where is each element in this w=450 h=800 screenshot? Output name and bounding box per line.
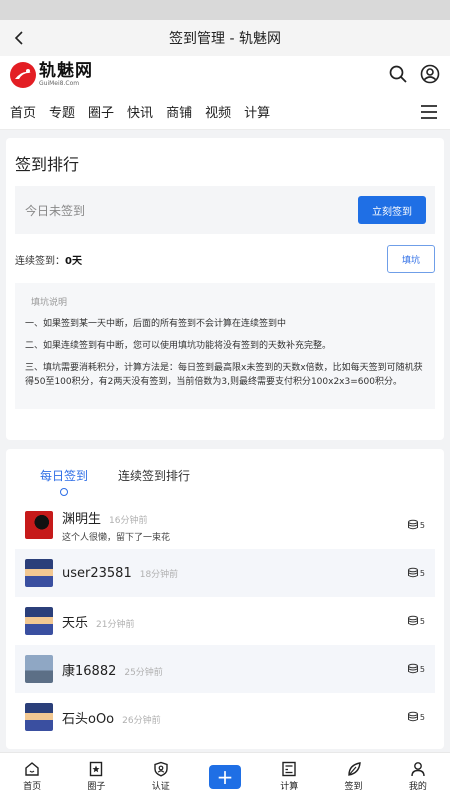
signin-ranking-card: 签到排行 今日未签到 立刻签到 连续签到：0天 填坑 填坑说明 一、如果签到某一…: [6, 138, 444, 440]
star-bookmark-icon: [90, 761, 103, 777]
title-bar: 签到管理 - 轨魅网: [0, 20, 450, 56]
site-header: 轨魅网 GuiMei8.Com: [0, 56, 450, 94]
list-item[interactable]: 天乐 21分钟前 5: [15, 597, 435, 645]
avatar: [25, 559, 53, 587]
avatar: [25, 607, 53, 635]
signin-time: 18分钟前: [139, 569, 179, 580]
today-status-box: 今日未签到 立刻签到: [15, 186, 435, 234]
logo-mark-icon: [10, 62, 36, 88]
points-earned: 5: [407, 519, 425, 531]
tab-streak-ranking[interactable]: 连续签到排行: [118, 467, 190, 484]
today-status-text: 今日未签到: [25, 203, 86, 218]
nav-item-circle[interactable]: 圈子: [88, 102, 114, 121]
nav-item-topics[interactable]: 专题: [49, 102, 75, 121]
leaf-icon: [347, 762, 361, 776]
user-name: 天乐: [62, 615, 89, 631]
bottom-nav-add[interactable]: +: [200, 764, 250, 789]
signin-time: 21分钟前: [96, 619, 135, 630]
points-value: 5: [419, 568, 425, 578]
list-item[interactable]: 渊明生 16分钟前 这个人很懒，留下了一束花 5: [15, 501, 435, 549]
nav-item-calc[interactable]: 计算: [244, 102, 270, 121]
signin-time: 26分钟前: [122, 715, 161, 726]
bottom-nav-me[interactable]: 我的: [393, 761, 443, 792]
bottom-nav-label: 计算: [280, 782, 299, 792]
points-value: 5: [419, 520, 425, 530]
fill-gap-button[interactable]: 填坑: [387, 245, 435, 273]
coin-icon: [407, 615, 418, 626]
user-signature: 这个人很懒，留下了一束花: [62, 532, 171, 543]
bottom-nav-label: 首页: [23, 782, 42, 792]
list-item[interactable]: 康16882 25分钟前 5: [15, 645, 435, 693]
coin-icon: [407, 711, 418, 722]
bottom-nav-label: 认证: [151, 782, 170, 792]
person-icon: [411, 762, 425, 777]
explain-item: 二、如果连续签到有中断，您可以使用填坑功能将没有签到的天数补充完整。: [25, 341, 332, 351]
user-name: user23581: [62, 565, 132, 581]
user-profile-icon[interactable]: [420, 64, 440, 84]
bottom-nav-circle[interactable]: 圈子: [71, 761, 121, 792]
list-item[interactable]: user23581 18分钟前 5: [15, 549, 435, 597]
explain-item: 三、填坑需要消耗积分，计算方法是：每日签到最高限x未签到的天数x倍数，比如每天签…: [25, 363, 423, 387]
site-logo[interactable]: 轨魅网 GuiMei8.Com: [10, 62, 93, 88]
points-earned: 5: [407, 615, 425, 627]
signin-list-card: 每日签到 连续签到排行 渊明生 16分钟前 这个人很懒，留下了一束花 5 use…: [6, 449, 444, 749]
bottom-nav-label: 我的: [408, 782, 427, 792]
streak-info: 连续签到：0天: [15, 252, 82, 267]
coin-icon: [407, 663, 418, 674]
tab-bar: 每日签到 连续签到排行: [15, 449, 435, 501]
home-icon: [25, 762, 39, 776]
coin-icon: [407, 519, 418, 530]
logo-text: 轨魅网: [39, 61, 93, 81]
list-item[interactable]: 石头oOo 26分钟前 5: [15, 693, 435, 741]
bottom-nav-verify[interactable]: 认证: [136, 761, 186, 792]
fill-explanation: 填坑说明 一、如果签到某一天中断，后面的所有签到不会计算在连续签到中 二、如果连…: [15, 283, 435, 409]
bottom-nav-signin[interactable]: 签到: [329, 761, 379, 792]
points-value: 5: [419, 616, 425, 626]
nav-item-news[interactable]: 快讯: [127, 102, 153, 121]
main-nav: 首页 专题 圈子 快讯 商铺 视频 计算: [0, 94, 450, 130]
bottom-nav-label: 圈子: [87, 782, 106, 792]
calculator-icon: [282, 761, 296, 777]
avatar: [25, 511, 53, 539]
bottom-nav: 首页 圈子 认证 + 计算 签到 我的: [0, 752, 450, 800]
signin-now-button[interactable]: 立刻签到: [358, 196, 426, 224]
bottom-nav-home[interactable]: 首页: [7, 761, 57, 792]
avatar: [25, 655, 53, 683]
shield-icon: [154, 761, 168, 777]
status-bar: [0, 0, 450, 20]
user-name: 渊明生: [62, 511, 102, 527]
streak-label: 连续签到：: [15, 255, 65, 267]
points-earned: 5: [407, 711, 425, 723]
explain-item: 一、如果签到某一天中断，后面的所有签到不会计算在连续签到中: [25, 319, 287, 329]
streak-value: 0天: [65, 255, 82, 267]
back-arrow-icon[interactable]: [8, 26, 32, 50]
add-button[interactable]: +: [208, 764, 241, 789]
page-title: 签到管理 - 轨魅网: [169, 31, 281, 47]
bottom-nav-calc[interactable]: 计算: [264, 761, 314, 792]
menu-icon[interactable]: [420, 104, 438, 120]
user-name: 康16882: [62, 663, 117, 679]
logo-domain: GuiMei8.Com: [39, 80, 80, 87]
bottom-nav-label: 签到: [344, 782, 363, 792]
signin-time: 16分钟前: [109, 515, 148, 526]
explain-title: 填坑说明: [31, 298, 68, 308]
nav-item-home[interactable]: 首页: [10, 102, 36, 121]
points-earned: 5: [407, 663, 425, 675]
user-name: 石头oOo: [62, 711, 115, 727]
nav-item-video[interactable]: 视频: [205, 102, 231, 121]
nav-item-shops[interactable]: 商铺: [166, 102, 192, 121]
points-value: 5: [419, 664, 425, 674]
points-value: 5: [419, 712, 425, 722]
tab-daily-signin[interactable]: 每日签到: [40, 467, 88, 484]
points-earned: 5: [407, 567, 425, 579]
section-title: 签到排行: [15, 155, 80, 174]
coin-icon: [407, 567, 418, 578]
signin-time: 25分钟前: [124, 667, 163, 678]
search-icon[interactable]: [388, 64, 408, 84]
avatar: [25, 703, 53, 731]
